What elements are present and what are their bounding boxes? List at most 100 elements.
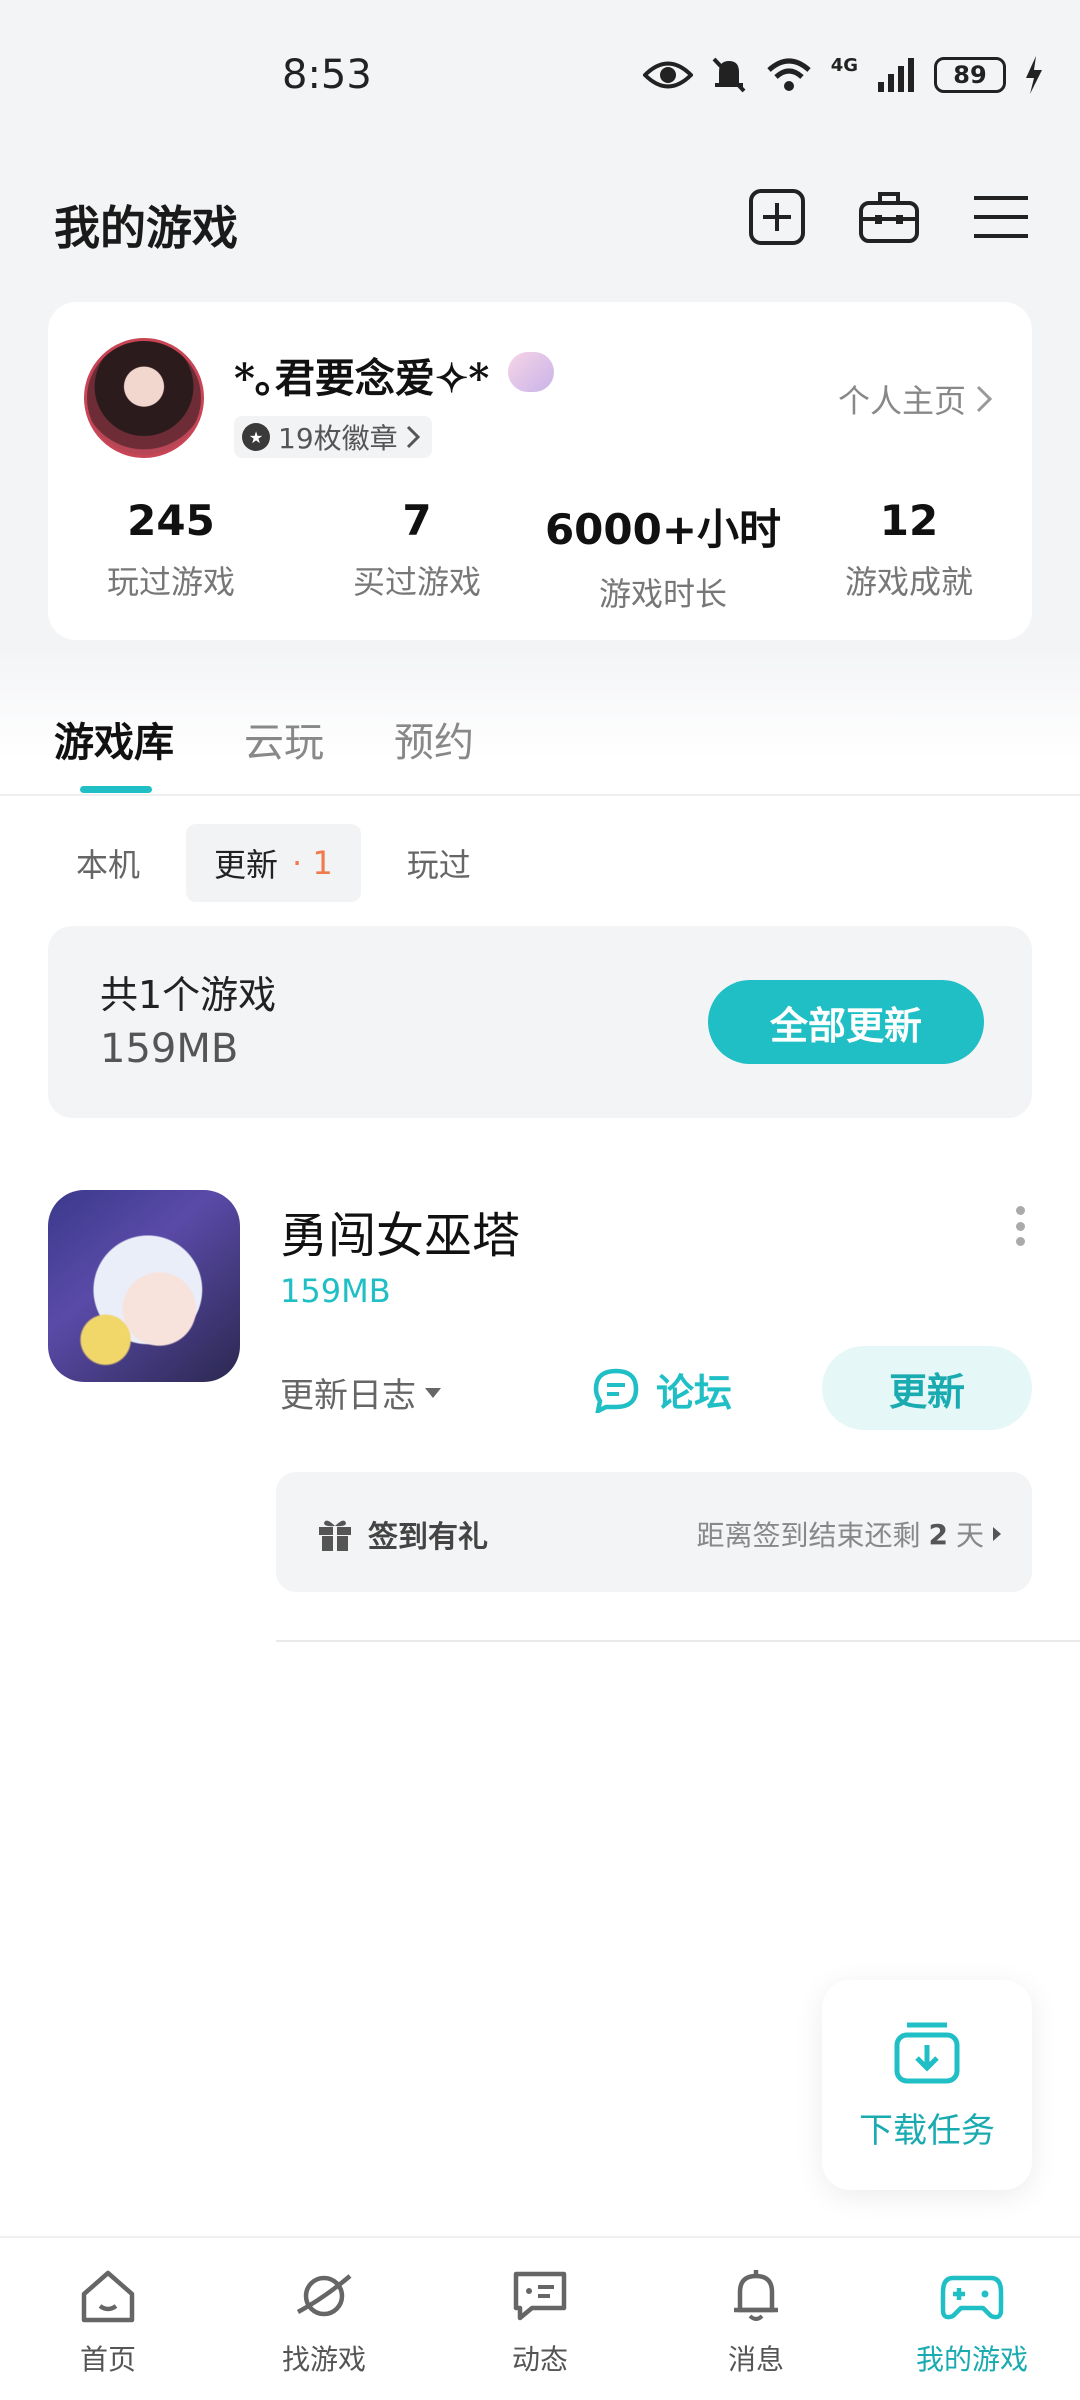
nav-feed[interactable]: 动态 (432, 2238, 648, 2400)
stat-bought[interactable]: 7 买过游戏 (294, 496, 540, 615)
page-title: 我的游戏 (54, 201, 238, 255)
update-button[interactable]: 更新 (822, 1346, 1032, 1430)
chevron-right-icon (976, 385, 992, 413)
home-icon (81, 2270, 135, 2323)
stat-played[interactable]: 245 玩过游戏 (48, 496, 294, 615)
divider (276, 1640, 1080, 1642)
summary-count: 共1个游戏 (100, 973, 277, 1017)
stat-achievements[interactable]: 12 游戏成就 (786, 496, 1032, 615)
profile-link[interactable]: 个人主页 (838, 376, 992, 422)
eye-icon (642, 61, 693, 89)
chevron-right-icon (406, 425, 420, 449)
stat-value: 245 (127, 496, 215, 545)
status-icons: 4G 89 (642, 54, 1044, 94)
gamepad-icon (940, 2275, 1004, 2320)
nav-label: 消息 (727, 2343, 784, 2376)
divider (0, 794, 1080, 796)
tab-game-library[interactable]: 游戏库 (54, 710, 174, 768)
signin-banner[interactable]: 签到有礼 距离签到结束还剩 2 天 (276, 1472, 1032, 1592)
avatar[interactable] (84, 338, 204, 458)
update-count: · 1 (292, 844, 333, 882)
nav-label: 动态 (511, 2343, 568, 2376)
main-tabs: 游戏库 云玩 预约 (54, 710, 474, 768)
signin-suffix: 天 (955, 1519, 984, 1552)
nav-label: 我的游戏 (915, 2343, 1028, 2376)
download-tasks-button[interactable]: 下载任务 (822, 1980, 1032, 2190)
subtab-label: 本机 (76, 846, 141, 884)
tab-cloud-play[interactable]: 云玩 (244, 710, 324, 768)
download-tasks-label: 下载任务 (859, 2110, 995, 2151)
update-summary-card: 共1个游戏 159MB 全部更新 (48, 926, 1032, 1118)
signin-title: 签到有礼 (368, 1520, 488, 1555)
nav-messages[interactable]: 消息 (648, 2238, 864, 2400)
download-tray-icon (894, 2022, 960, 2083)
battery-indicator: 89 (934, 57, 1006, 93)
nav-home[interactable]: 首页 (0, 2238, 216, 2400)
changelog-toggle[interactable]: 更新日志 (280, 1368, 442, 1417)
stat-label: 玩过游戏 (106, 563, 235, 601)
signal-icon (878, 58, 914, 92)
signin-countdown: 距离签到结束还剩 2 天 (696, 1514, 1002, 1554)
toolbox-icon (859, 192, 919, 243)
planet-icon (296, 2274, 352, 2317)
stat-value: 12 (879, 496, 939, 545)
sub-tabs: 本机 更新 · 1 玩过 (48, 824, 499, 902)
tab-reservations[interactable]: 预约 (394, 710, 474, 768)
gift-icon (319, 1520, 351, 1551)
menu-icon (974, 196, 1028, 238)
forum-button[interactable]: 论坛 (592, 1362, 732, 1417)
toolbox-button[interactable] (858, 186, 920, 248)
dot (1015, 1221, 1025, 1231)
changelog-label: 更新日志 (280, 1376, 416, 1416)
stat-value: 7 (402, 496, 432, 545)
bell-icon (734, 2270, 778, 2321)
game-icon[interactable] (48, 1190, 240, 1382)
medal-icon: ★ (242, 423, 270, 451)
stat-value: 6000+小时 (544, 505, 782, 554)
summary-size: 159MB (100, 1026, 239, 1072)
status-time: 8:53 (282, 52, 372, 98)
stat-label: 游戏时长 (598, 575, 727, 613)
message-square-icon (513, 2271, 567, 2321)
bottom-nav: 首页 找游戏 动态 消息 我的游戏 (0, 2236, 1080, 2400)
badge-chip[interactable]: ★ 19枚徽章 (234, 416, 432, 458)
caret-down-icon (425, 1387, 441, 1398)
profile-card[interactable]: *｡君要念爱✧* ★ 19枚徽章 个人主页 245 玩过游戏 7 买过游戏 60… (48, 302, 1032, 640)
signin-days: 2 (928, 1517, 948, 1551)
subtab-label: 更新 (214, 846, 279, 884)
game-name[interactable]: 勇闯女巫塔 (280, 1196, 520, 1266)
more-options-button[interactable] (1010, 1206, 1030, 1246)
nav-label: 找游戏 (281, 2343, 366, 2376)
stat-label: 游戏成就 (844, 563, 973, 601)
network-label: 4G (830, 54, 858, 76)
signin-title-group: 签到有礼 (316, 1512, 488, 1556)
chat-bubble-icon (593, 1368, 639, 1413)
badge-count: 19枚徽章 (278, 422, 398, 455)
subtab-updates[interactable]: 更新 · 1 (186, 824, 361, 902)
dot (1015, 1206, 1025, 1215)
stat-playtime[interactable]: 6000+小时 游戏时长 (540, 496, 786, 615)
page-header: 我的游戏 (0, 180, 1080, 260)
signin-prefix: 距离签到结束还剩 (696, 1519, 921, 1552)
add-button[interactable] (746, 186, 808, 248)
update-all-button[interactable]: 全部更新 (708, 980, 984, 1064)
username-decoration (508, 352, 554, 392)
nav-find-games[interactable]: 找游戏 (216, 2238, 432, 2400)
active-tab-indicator (80, 786, 152, 793)
subtab-played[interactable]: 玩过 (379, 824, 499, 902)
nav-my-games[interactable]: 我的游戏 (864, 2238, 1080, 2400)
nav-label: 首页 (79, 2343, 136, 2376)
wifi-icon (767, 58, 811, 91)
profile-link-label: 个人主页 (837, 382, 966, 420)
subtab-label: 玩过 (406, 846, 471, 884)
subtab-local[interactable]: 本机 (48, 824, 168, 902)
menu-button[interactable] (970, 186, 1032, 248)
header-actions (746, 186, 1032, 248)
caret-right-icon (993, 1527, 1001, 1541)
username: *｡君要念爱✧* (234, 355, 490, 402)
status-bar: 8:53 4G 89 (0, 0, 1080, 130)
stat-label: 买过游戏 (352, 563, 481, 601)
forum-label: 论坛 (656, 1371, 733, 1415)
mute-bell-icon (712, 57, 746, 93)
plus-box-icon (749, 189, 805, 245)
